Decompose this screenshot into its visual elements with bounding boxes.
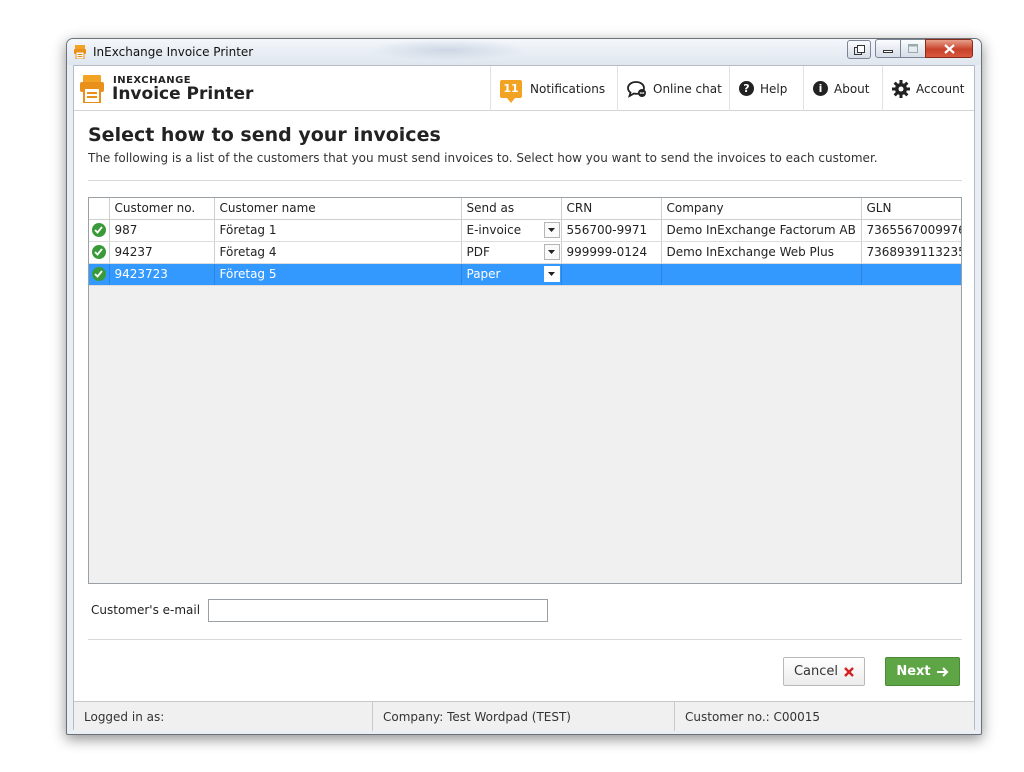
nav-notifications[interactable]: 11 Notifications <box>490 66 607 111</box>
window-title: InExchange Invoice Printer <box>93 45 254 59</box>
cancel-button[interactable]: Cancel <box>783 657 865 686</box>
customers-table: Customer no. Customer name Send as CRN C… <box>89 198 961 286</box>
nav-notifications-label: Notifications <box>530 81 606 96</box>
column-header-customer-no[interactable]: Customer no. <box>109 198 215 220</box>
cell-send-as[interactable]: E-invoice <box>461 219 562 242</box>
cell-company[interactable]: Demo InExchange Factorum AB <box>661 219 862 242</box>
row-status <box>89 263 110 286</box>
cell-crn[interactable] <box>561 263 662 286</box>
cell-crn[interactable]: 556700-9971 <box>561 219 662 242</box>
customer-email-field[interactable] <box>208 599 548 622</box>
cell-customer-name[interactable]: Företag 5 <box>214 263 462 286</box>
cell-customer-no[interactable]: 987 <box>109 219 215 242</box>
check-icon <box>91 267 106 282</box>
column-header-status <box>89 198 110 220</box>
main-area: INEXCHANGE Invoice Printer 11 Notificati… <box>73 65 975 731</box>
cell-customer-no[interactable]: 9423723 <box>109 263 215 286</box>
minimize-icon <box>883 49 893 53</box>
column-header-customer-name[interactable]: Customer name <box>214 198 462 220</box>
cell-gln[interactable]: 7365567009976 <box>861 219 961 242</box>
status-logged-in: Logged in as: <box>74 702 373 731</box>
next-button[interactable]: Next <box>885 657 960 686</box>
close-button[interactable] <box>925 39 973 58</box>
printer-app-icon <box>74 45 86 59</box>
send-as-value: PDF <box>466 245 490 259</box>
table-row[interactable]: 987 Företag 1 E-invoice 556700-9971 Demo… <box>89 219 961 242</box>
dropdown-arrow-icon[interactable] <box>543 244 560 260</box>
cell-company[interactable]: Demo InExchange Web Plus <box>661 241 862 264</box>
app-window: InExchange Invoice Printer INEXCHANGE In… <box>66 38 982 735</box>
nav-help-label: Help <box>760 81 788 96</box>
customers-grid[interactable]: Customer no. Customer name Send as CRN C… <box>88 197 962 584</box>
column-header-send-as[interactable]: Send as <box>461 198 562 220</box>
cancel-label: Cancel <box>793 664 839 679</box>
send-as-value: E-invoice <box>466 223 522 237</box>
cell-gln[interactable] <box>861 263 961 286</box>
table-header-row: Customer no. Customer name Send as CRN C… <box>89 198 961 220</box>
cell-company[interactable] <box>661 263 862 286</box>
column-header-crn[interactable]: CRN <box>561 198 662 220</box>
cell-customer-no[interactable]: 94237 <box>109 241 215 264</box>
dropdown-arrow-icon[interactable] <box>543 222 560 238</box>
cell-gln[interactable]: 7368939113235 <box>861 241 961 264</box>
send-as-select[interactable]: E-invoice <box>467 220 561 241</box>
cancel-x-icon <box>844 666 854 677</box>
send-as-select[interactable]: PDF <box>467 242 561 263</box>
row-status <box>89 241 110 264</box>
status-company: Company: Test Wordpad (TEST) <box>373 702 675 731</box>
notification-count-badge: 11 <box>500 79 522 103</box>
check-icon <box>91 223 106 238</box>
cell-send-as[interactable]: Paper <box>461 263 562 286</box>
minimize-button[interactable] <box>875 39 901 58</box>
status-bar: Logged in as: Company: Test Wordpad (TES… <box>74 701 974 731</box>
restore-icon <box>853 44 865 55</box>
table-row-selected[interactable]: 9423723 Företag 5 Paper <box>89 263 961 286</box>
page-title: Select how to send your invoices <box>88 124 441 146</box>
maximize-icon <box>908 44 918 53</box>
nav-about-label: About <box>834 81 870 96</box>
check-icon <box>91 245 106 260</box>
nav-online-chat-label: Online chat <box>653 81 722 96</box>
send-as-select[interactable]: Paper <box>467 264 561 285</box>
chat-icon <box>627 80 647 98</box>
cell-customer-name[interactable]: Företag 1 <box>214 219 462 242</box>
next-label: Next <box>896 664 931 679</box>
gear-icon <box>892 79 910 98</box>
nav-account-label: Account <box>916 81 965 96</box>
info-icon: i <box>813 81 828 96</box>
status-customer-no: Customer no.: C00015 <box>685 709 821 724</box>
cell-crn[interactable]: 999999-0124 <box>561 241 662 264</box>
question-icon: ? <box>739 81 754 96</box>
page-subtitle: The following is a list of the customers… <box>88 151 878 165</box>
maximize-button[interactable] <box>900 39 926 58</box>
nav-help[interactable]: ? Help <box>729 66 803 111</box>
row-status <box>89 219 110 242</box>
cell-customer-name[interactable]: Företag 4 <box>214 241 462 264</box>
nav-about[interactable]: i About <box>803 66 875 111</box>
table-row[interactable]: 94237 Företag 4 PDF 999999-0124 Demo InE… <box>89 241 961 264</box>
footer-divider <box>88 639 962 640</box>
arrow-right-icon <box>936 666 949 677</box>
title-bar[interactable]: InExchange Invoice Printer <box>67 39 981 65</box>
close-icon <box>943 43 955 54</box>
nav-account[interactable]: Account <box>882 66 976 111</box>
app-header: INEXCHANGE Invoice Printer 11 Notificati… <box>74 66 974 111</box>
header-divider <box>88 180 962 181</box>
snap-button[interactable] <box>847 40 871 59</box>
email-label: Customer's e-mail <box>91 603 201 617</box>
send-as-value: Paper <box>466 267 501 281</box>
dropdown-arrow-icon[interactable] <box>543 266 560 282</box>
column-header-gln[interactable]: GLN <box>861 198 961 220</box>
column-header-company[interactable]: Company <box>661 198 862 220</box>
printer-logo-icon <box>80 75 104 103</box>
nav-online-chat[interactable]: Online chat <box>617 66 729 111</box>
product-name: Invoice Printer <box>112 84 254 104</box>
cell-send-as[interactable]: PDF <box>461 241 562 264</box>
